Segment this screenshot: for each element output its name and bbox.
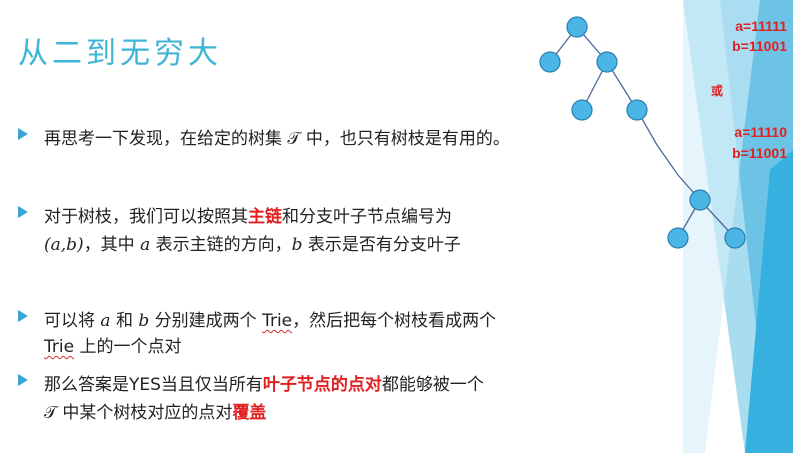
- highlight-leaf-pairs: 叶子节点的点对: [262, 375, 382, 395]
- side-label-a2: a=11110: [734, 124, 787, 140]
- text-segment: 都能够被一个: [381, 375, 484, 395]
- tree-node: [539, 51, 561, 73]
- tree-node: [596, 51, 618, 73]
- side-label-b1: b=11001: [732, 38, 787, 54]
- text-segment: 那么答案是YES当且仅当所有: [44, 375, 263, 395]
- highlight-cover: 覆盖: [232, 403, 267, 423]
- slide-title: 从二到无穷大: [18, 36, 222, 71]
- text-segment: 分别建成两个: [149, 311, 263, 331]
- bullet-marker: [18, 206, 28, 218]
- text-segment: ，其中: [83, 235, 141, 255]
- bullet-marker: [18, 310, 28, 322]
- math-b: b: [291, 235, 303, 255]
- math-b: b: [138, 311, 150, 331]
- text-segment: 表示主链的方向，: [150, 235, 292, 255]
- text-segment: 可以将: [44, 311, 101, 331]
- math-a: a: [100, 311, 111, 331]
- bullet-2-line-2: (a,b)，其中 a 表示主链的方向，b 表示是否有分支叶子: [44, 230, 461, 255]
- math-ab: (a,b): [44, 235, 84, 255]
- tree-node: [571, 99, 593, 121]
- side-label-a1: a=11111: [735, 18, 787, 34]
- bullet-4-line-1: 那么答案是YES当且仅当所有叶子节点的点对都能够被一个: [44, 370, 484, 395]
- bullet-4-line-2: 𝒯 中某个树枝对应的点对覆盖: [44, 398, 266, 423]
- bullet-marker: [18, 128, 28, 140]
- text-segment: 𝒯 中某个树枝对应的点对: [44, 403, 233, 423]
- highlight-main-chain: 主链: [248, 207, 282, 227]
- text-segment: 表示是否有分支叶子: [302, 235, 461, 255]
- text-segment: 和: [110, 311, 139, 331]
- side-label-or: 或: [710, 84, 723, 98]
- bullet-marker: [18, 374, 28, 386]
- tree-node: [667, 227, 689, 249]
- tree-node: [689, 189, 711, 211]
- bullet-3-line-2: Trie 上的一个点对: [44, 332, 181, 357]
- tree-node: [626, 99, 648, 121]
- trie-word: Trie: [262, 311, 293, 331]
- tree-node: [724, 227, 746, 249]
- text-segment: 对于树枝，我们可以按照其: [44, 207, 248, 227]
- text-segment: 和分支叶子节点编号为: [282, 207, 452, 227]
- math-a: a: [140, 235, 151, 255]
- bullet-1-text: 再思考一下发现，在给定的树集 𝒯 中，也只有树枝是有用的。: [44, 129, 510, 149]
- bullet-2-line-1: 对于树枝，我们可以按照其主链和分支叶子节点编号为: [44, 202, 452, 227]
- trie-word: Trie: [44, 337, 75, 357]
- side-label-b2: b=11001: [732, 145, 787, 161]
- tree-node: [566, 16, 588, 38]
- text-segment: ，然后把每个树枝看成两个: [292, 311, 497, 331]
- text-segment: 上的一个点对: [74, 337, 182, 357]
- bullet-3-line-1: 可以将 a 和 b 分别建成两个 Trie，然后把每个树枝看成两个: [44, 306, 496, 331]
